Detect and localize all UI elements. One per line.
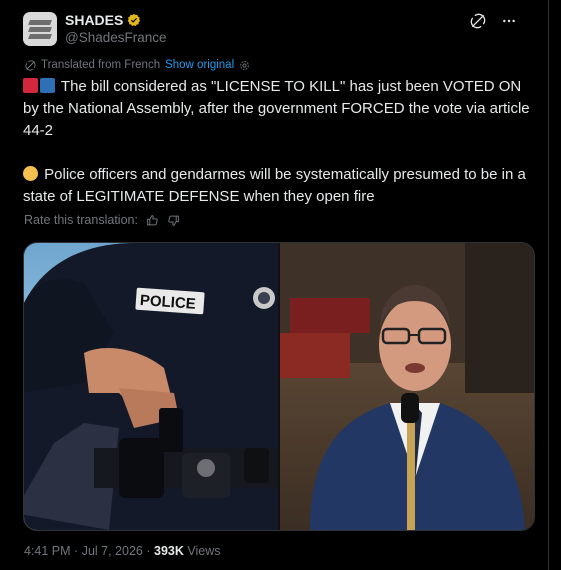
post-container: SHADES @ShadesFrance Translated from Fre… xyxy=(0,0,549,570)
post-date[interactable]: Jul 7, 2026 xyxy=(82,544,143,558)
tweet-paragraph-1: The bill considered as "LICENSE TO KILL"… xyxy=(23,76,533,142)
views-count: 393K xyxy=(154,544,184,558)
translation-note: Translated from French Show original xyxy=(25,59,250,71)
separator: · xyxy=(74,544,79,558)
post-actions xyxy=(470,13,518,29)
settings-icon[interactable] xyxy=(239,60,250,71)
thumbs-up-icon[interactable] xyxy=(146,214,159,227)
views-label: Views xyxy=(187,544,221,558)
siren-icon xyxy=(23,78,38,93)
police-officer-illustration: POLICE xyxy=(24,243,278,530)
rate-label: Rate this translation: xyxy=(24,213,138,227)
police-officer-photo[interactable]: POLICE xyxy=(24,243,278,530)
media-attachment[interactable]: POLICE xyxy=(23,242,535,531)
tweet-text-1: The bill considered as "LICENSE TO KILL"… xyxy=(23,78,530,139)
show-original-link[interactable]: Show original xyxy=(165,59,234,71)
pointing-hand-icon xyxy=(23,166,38,181)
tweet-text-2: Police officers and gendarmes will be sy… xyxy=(23,166,526,205)
more-icon[interactable] xyxy=(500,13,518,29)
grok-icon[interactable] xyxy=(470,13,486,29)
tweet-text: The bill considered as "LICENSE TO KILL"… xyxy=(23,76,533,208)
tweet-paragraph-2: Police officers and gendarmes will be sy… xyxy=(23,164,533,208)
author-handle[interactable]: @ShadesFrance xyxy=(65,30,167,45)
translate-icon xyxy=(25,59,36,71)
post-timestamp: 4:41 PM · Jul 7, 2026 · 393K Views xyxy=(24,544,221,558)
author-name-row: SHADES xyxy=(65,12,141,28)
politician-photo[interactable] xyxy=(280,243,534,530)
police-officer-icon xyxy=(40,78,55,93)
rate-translation: Rate this translation: xyxy=(24,213,180,227)
politician-illustration xyxy=(280,243,534,530)
translated-from-label: Translated from French xyxy=(41,59,161,71)
author-name[interactable]: SHADES xyxy=(65,12,123,28)
verified-badge-icon xyxy=(128,13,141,27)
separator: · xyxy=(146,544,151,558)
thumbs-down-icon[interactable] xyxy=(167,214,180,227)
post-time[interactable]: 4:41 PM xyxy=(24,544,71,558)
avatar[interactable] xyxy=(23,12,57,46)
